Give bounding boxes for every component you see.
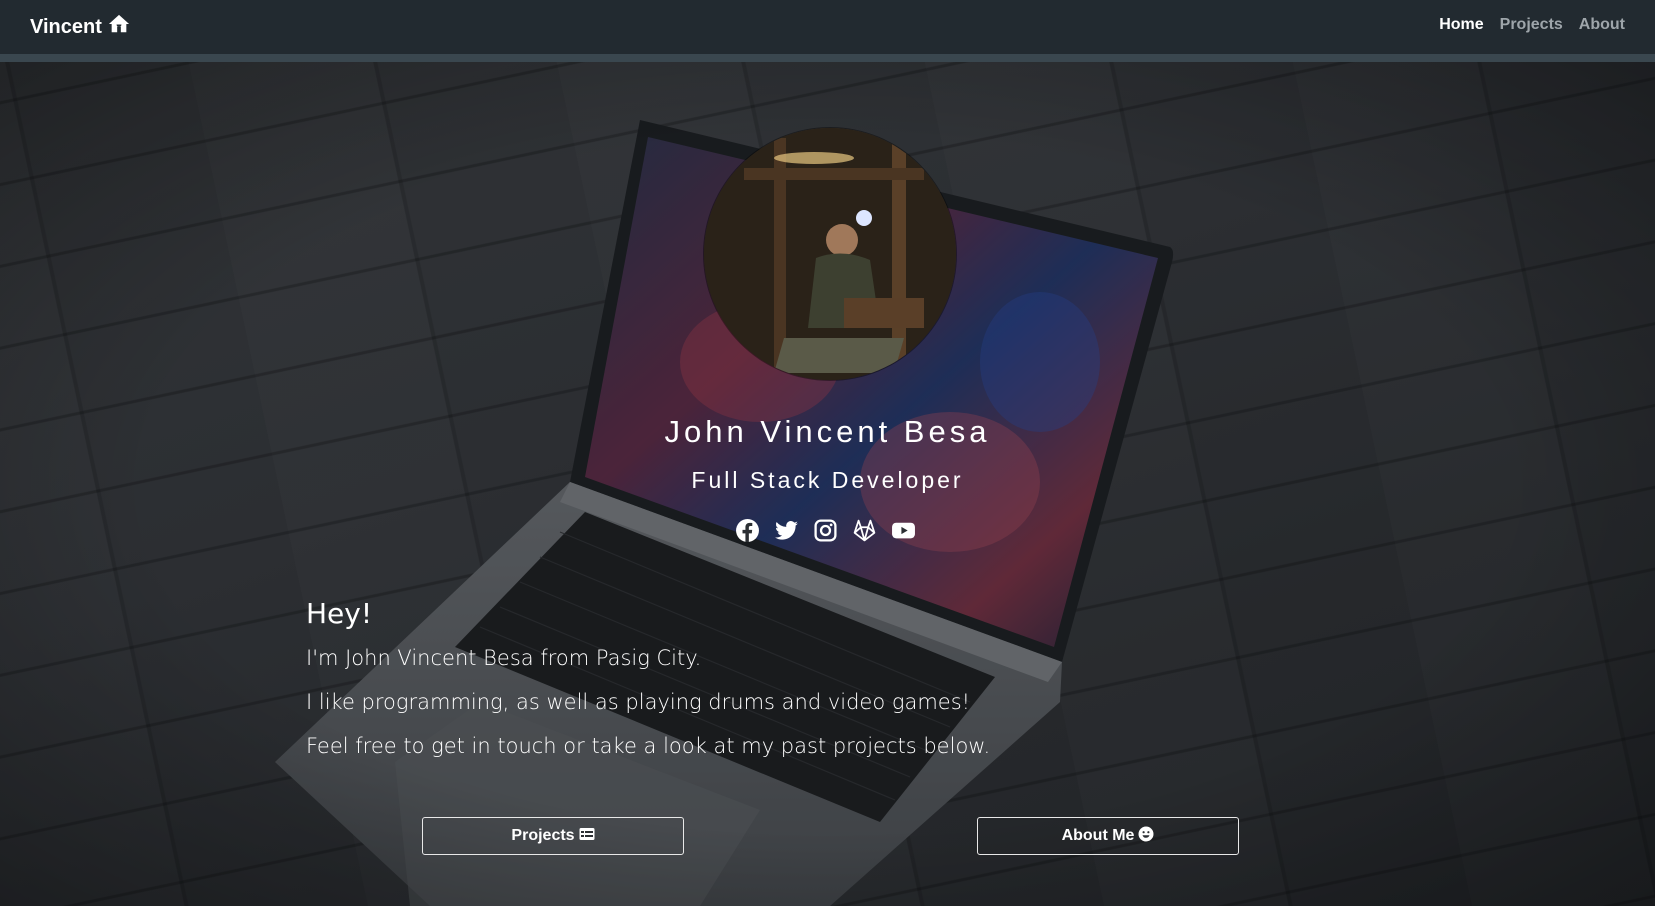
home-icon: [108, 13, 130, 41]
brand-link[interactable]: Vincent: [30, 13, 130, 41]
youtube-icon[interactable]: [891, 518, 916, 543]
twitter-icon[interactable]: [774, 518, 799, 543]
nav-projects[interactable]: Projects: [1500, 16, 1563, 34]
card-list-icon: [579, 826, 595, 847]
gitlab-icon[interactable]: [852, 518, 877, 543]
intro-line: I'm John Vincent Besa from Pasig City.: [306, 646, 702, 670]
intro-line: I like programming, as well as playing d…: [306, 690, 971, 714]
intro-line: Feel free to get in touch or take a look…: [306, 734, 991, 758]
about-button-label: About Me: [1061, 827, 1135, 844]
facebook-icon[interactable]: [735, 518, 760, 543]
navbar: Vincent Home Projects About: [0, 0, 1655, 62]
hero-name: John Vincent Besa: [664, 414, 991, 449]
nav-about[interactable]: About: [1579, 16, 1625, 34]
smiley-icon: [1138, 826, 1154, 847]
hero-role: Full Stack Developer: [691, 467, 964, 493]
intro-greeting: Hey!: [306, 597, 373, 630]
intro-text: Hey! I'm John Vincent Besa from Pasig Ci…: [306, 597, 990, 778]
nav-links: Home Projects About: [1439, 16, 1625, 34]
brand-label: Vincent: [30, 15, 102, 38]
social-links: [735, 518, 916, 543]
instagram-icon[interactable]: [813, 518, 838, 543]
nav-home[interactable]: Home: [1439, 16, 1483, 34]
profile-avatar: [704, 128, 956, 380]
hero-section: John Vincent Besa Full Stack Developer H…: [0, 62, 1655, 906]
about-me-button[interactable]: About Me: [977, 817, 1239, 855]
projects-button[interactable]: Projects: [422, 817, 684, 855]
projects-button-label: Projects: [511, 827, 575, 844]
